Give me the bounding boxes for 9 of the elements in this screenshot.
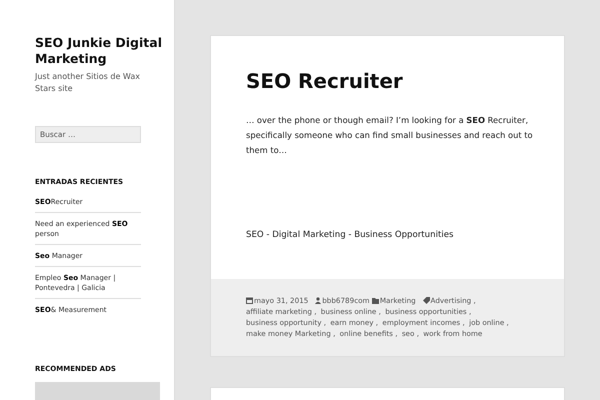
tag-icon [422, 297, 430, 304]
site-tagline: Just another Sitios de Wax Stars site [35, 71, 141, 95]
site-title[interactable]: SEO Junkie Digital Marketing [35, 35, 170, 67]
calendar-icon [246, 297, 253, 304]
folder-icon [372, 298, 379, 304]
person-icon [315, 297, 322, 304]
post-excerpt: … over the phone or though email? I’m looking for a SEO Recruiter, specifically someone who can find small businesses and reach out to them to… [246, 114, 534, 157]
post-links: SEO - Digital Marketing - Business Opportunities [246, 230, 454, 240]
post-title[interactable]: SEO Recruiter [246, 69, 529, 93]
